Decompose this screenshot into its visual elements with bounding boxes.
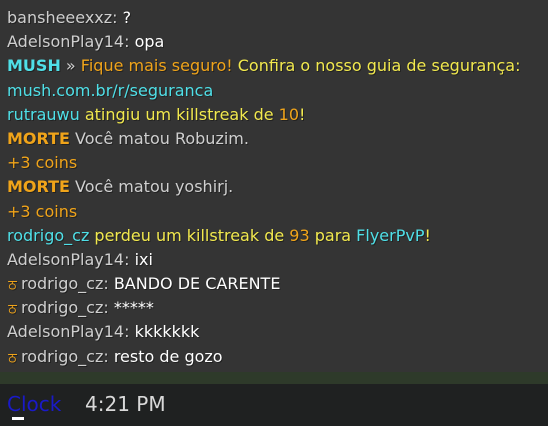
chat-message: AdelsonPlay14: ixi — [0, 248, 548, 272]
chat-message-segment: +3 coins — [7, 201, 78, 221]
clock-time: 4:21 PM — [85, 392, 166, 416]
chat-message: mush.com.br/r/seguranca — [0, 79, 548, 103]
chat-message-segment: opa — [129, 32, 165, 52]
chat-message-segment: MUSH — [7, 56, 61, 76]
chat-message-segment: 10 — [278, 104, 300, 124]
chat-message: ਠ rodrigo_cz: BANDO DE CARENTE — [0, 272, 548, 296]
rank-badge-icon: ਠ — [8, 350, 17, 366]
chat-message-segment: rodrigo_cz: — [21, 346, 109, 366]
chat-message: ਠ rodrigo_cz: ***** — [0, 296, 548, 320]
chat-message: rodrigo_cz perdeu um killstreak de 93 pa… — [0, 224, 548, 248]
chat-message-segment: rodrigo_cz — [7, 225, 90, 245]
chat-message-segment: 93 — [289, 225, 310, 245]
clock-label: Clock — [7, 392, 62, 416]
chat-message-segment: Você matou yoshirj. — [69, 177, 234, 197]
chat-message-segment: BANDO DE CARENTE — [108, 274, 281, 294]
chat-panel: bansheeexxz: ? AdelsonPlay14: opa MUSH » F… — [0, 0, 548, 372]
chat-message-segment: AdelsonPlay14: — [7, 322, 130, 342]
chat-message-segment: ixi — [129, 249, 153, 269]
chat-message-segment: ! — [299, 104, 306, 124]
chat-message-segment: para — [309, 225, 357, 245]
chat-message-segment: FlyerPvP — [356, 225, 425, 245]
chat-message-segment: rodrigo_cz: — [21, 274, 109, 294]
chat-message-segment: ? — [117, 8, 132, 27]
chat-message-segment: Fique mais seguro! — [80, 56, 233, 76]
chat-message-segment: kkkkkkk — [129, 322, 200, 342]
chat-message-segment: rodrigo_cz: — [21, 298, 109, 318]
rank-badge-icon: ਠ — [8, 302, 17, 318]
chat-message-segment: AdelsonPlay14: — [7, 249, 130, 269]
chat-message-segment: MORTE — [7, 128, 70, 148]
chat-message-segment: perdeu um killstreak de — [89, 225, 290, 245]
chat-message-segment: ***** — [108, 298, 154, 318]
chat-message-segment: Confira o nosso guia de segurança: — [232, 56, 521, 76]
chat-message: bansheeexxz: ? — [0, 6, 548, 30]
chat-message: AdelsonPlay14: kkkkkkk — [0, 320, 548, 344]
chat-input-bar[interactable]: Clock 4:21 PM — [0, 384, 548, 426]
chat-message-segment: rutrauwu — [7, 104, 80, 124]
chat-message: ਠ rodrigo_cz: resto de gozo — [0, 345, 548, 369]
chat-message: rutrauwu atingiu um killstreak de 10! — [0, 103, 548, 127]
chat-message-segment: mush.com.br/r/seguranca — [7, 80, 214, 100]
chat-message-segment: atingiu um killstreak de — [79, 104, 279, 124]
chat-message: AdelsonPlay14: opa — [0, 30, 548, 54]
chat-message: +3 coins — [0, 200, 548, 224]
chat-message: +3 coins — [0, 151, 548, 175]
chat-message-list: bansheeexxz: ? AdelsonPlay14: opa MUSH » F… — [0, 6, 548, 369]
chat-message-segment: AdelsonPlay14: — [7, 32, 130, 52]
chat-message-segment: bansheeexxz: — [7, 8, 118, 27]
chat-message-segment: » — [60, 56, 81, 76]
chat-message-segment: MORTE — [7, 177, 70, 197]
chat-message: MORTE Você matou yoshirj. — [0, 175, 548, 199]
chat-message-segment: resto de gozo — [108, 346, 223, 366]
chat-message: MUSH » Fique mais seguro! Confira o noss… — [0, 54, 548, 78]
rank-badge-icon: ਠ — [8, 278, 17, 294]
chat-message-segment: +3 coins — [7, 153, 78, 173]
text-cursor — [12, 417, 24, 420]
chat-message: MORTE Você matou Robuzim. — [0, 127, 548, 151]
chat-message-segment: Você matou Robuzim. — [69, 128, 249, 148]
chat-message-segment: ! — [424, 225, 431, 245]
